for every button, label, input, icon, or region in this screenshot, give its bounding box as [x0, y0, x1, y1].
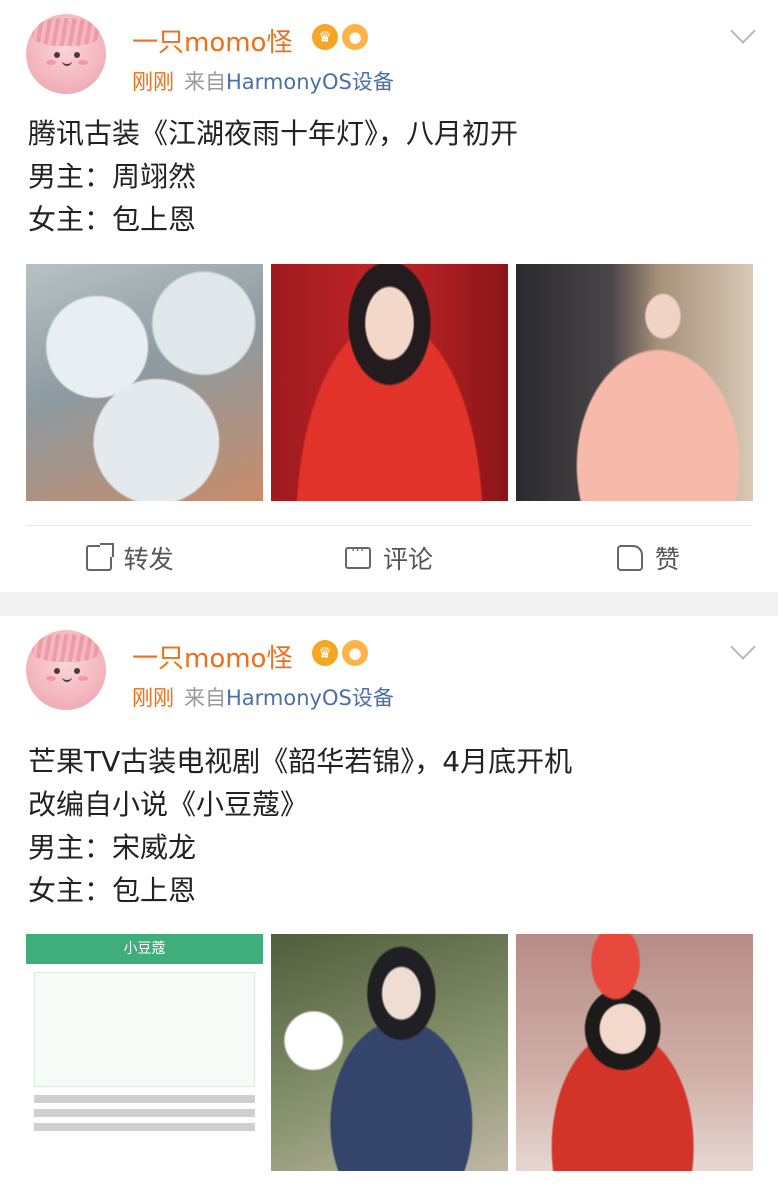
- comment-label: 评论: [382, 545, 433, 574]
- fish-badge-icon[interactable]: ●: [342, 24, 368, 50]
- avatar[interactable]: [26, 14, 106, 94]
- post-text-line: 改编自小说《小豆蔻》: [28, 788, 309, 821]
- image-grid: 小豆蔻: [26, 934, 753, 1171]
- weibo-post: 一只momo怪 ♛ ● 刚刚 来自HarmonyOS设备 芒果TV古装电视剧《韶华…: [0, 616, 778, 1189]
- post-text-line: 男主：周翊然: [28, 160, 197, 193]
- username[interactable]: 一只momo怪: [132, 638, 292, 675]
- source-device: HarmonyOS设备: [226, 686, 394, 710]
- post-meta: 刚刚 来自HarmonyOS设备: [132, 682, 394, 712]
- repost-label: 转发: [123, 545, 174, 574]
- post-text-line: 女主：包上恩: [28, 874, 197, 907]
- comment-button[interactable]: 评论: [259, 526, 518, 590]
- image-grid: [26, 264, 753, 501]
- thumbs-up-icon: [616, 545, 643, 571]
- crown-badge-icon[interactable]: ♛: [312, 640, 338, 666]
- novel-page-screenshot-image[interactable]: 小豆蔻: [26, 934, 263, 1171]
- username[interactable]: 一只momo怪: [132, 22, 292, 59]
- chevron-down-icon[interactable]: [730, 18, 756, 44]
- share-icon: [85, 543, 114, 571]
- avatar-hair: [32, 634, 100, 662]
- source-prefix: 来自: [184, 686, 226, 710]
- comment-icon: [344, 543, 371, 569]
- post-time: 刚刚: [132, 70, 174, 94]
- female-lead-crown-image[interactable]: [516, 934, 753, 1171]
- repost-button[interactable]: 转发: [0, 526, 259, 590]
- source-prefix: 来自: [184, 70, 226, 94]
- user-badges: ♛ ●: [312, 24, 368, 50]
- user-badges: ♛ ●: [312, 640, 368, 666]
- male-lead-hanfu-image[interactable]: [271, 934, 508, 1171]
- post-text-line: 女主：包上恩: [28, 203, 197, 236]
- avatar[interactable]: [26, 630, 106, 710]
- post-time: 刚刚: [132, 686, 174, 710]
- post-text-line: 芒果TV古装电视剧《韶华若锦》，4月底开机: [28, 745, 573, 778]
- post-text-line: 男主：宋威龙: [28, 831, 197, 864]
- novel-title: 小豆蔻: [26, 934, 263, 964]
- action-bar: 转发 评论 赞: [0, 526, 778, 590]
- post-text-line: 腾讯古装《江湖夜雨十年灯》，八月初开: [28, 117, 519, 150]
- umbrella-still-image[interactable]: [26, 264, 263, 501]
- post-meta: 刚刚 来自HarmonyOS设备: [132, 66, 394, 96]
- avatar-hair: [32, 18, 100, 46]
- like-button[interactable]: 赞: [519, 526, 778, 590]
- fish-badge-icon[interactable]: ●: [342, 640, 368, 666]
- crown-badge-icon[interactable]: ♛: [312, 24, 338, 50]
- like-label: 赞: [654, 545, 680, 574]
- weibo-post: 一只momo怪 ♛ ● 刚刚 来自HarmonyOS设备 腾讯古装《江湖夜雨十年灯…: [0, 0, 778, 592]
- male-lead-red-fan-image[interactable]: [271, 264, 508, 501]
- source-device: HarmonyOS设备: [226, 70, 394, 94]
- female-lead-pink-gown-image[interactable]: [516, 264, 753, 501]
- chevron-down-icon[interactable]: [730, 634, 756, 660]
